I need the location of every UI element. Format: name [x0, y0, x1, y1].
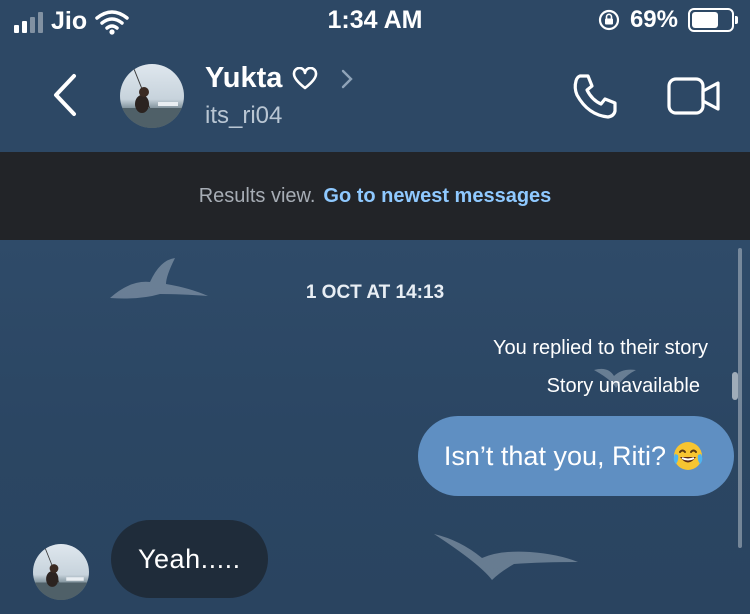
seagull-wallpaper-icon: [434, 534, 578, 580]
status-bar: Jio 1:34 AM 69%: [0, 0, 750, 42]
face-with-tears-of-joy-icon: [673, 442, 703, 470]
incoming-message-bubble[interactable]: Yeah.....: [111, 520, 268, 598]
battery-percent: 69%: [629, 6, 678, 33]
video-camera-icon[interactable]: [666, 74, 722, 118]
story-reply-note: You replied to their story: [493, 337, 708, 359]
phone-icon[interactable]: [568, 72, 622, 122]
results-banner: Results view. Go to newest messages: [0, 152, 750, 240]
avatar[interactable]: [120, 64, 184, 128]
avatar-photo: [33, 548, 89, 600]
chat-header: Yukta its_ri04: [0, 42, 750, 152]
contact-name: Yukta: [205, 62, 283, 94]
go-to-newest-link[interactable]: Go to newest messages: [323, 185, 551, 208]
status-right: 69%: [598, 6, 738, 34]
scrollbar-thumb[interactable]: [732, 372, 738, 400]
incoming-message-text: Yeah.....: [138, 543, 241, 574]
heart-icon: [293, 66, 318, 89]
battery-icon: [688, 8, 738, 32]
orientation-lock-icon: [598, 9, 620, 31]
outgoing-message-text: Isn’t that you, Riti?: [443, 440, 666, 471]
username: its_ri04: [205, 102, 283, 129]
message-thread[interactable]: 1 OCT AT 14:13 You replied to their stor…: [0, 240, 750, 614]
story-unavailable-label: Story unavailable: [546, 375, 700, 397]
battery-fill: [692, 12, 719, 28]
results-view-label: Results view.: [198, 184, 316, 207]
contact-title[interactable]: Yukta: [205, 62, 354, 95]
date-separator: 1 OCT AT 14:13: [305, 282, 445, 303]
avatar-photo: [120, 68, 184, 128]
outgoing-message-bubble[interactable]: Isn’t that you, Riti?: [417, 416, 734, 496]
chevron-right-icon: [342, 69, 354, 88]
chevron-left-icon[interactable]: [44, 70, 84, 120]
avatar[interactable]: [33, 544, 89, 600]
